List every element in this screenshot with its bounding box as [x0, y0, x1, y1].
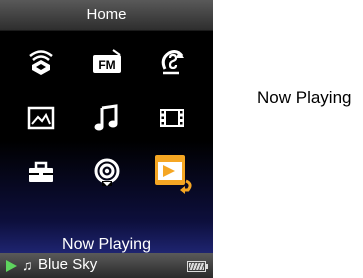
battery-icon: [187, 261, 208, 272]
fm-radio-icon: FM: [93, 49, 121, 73]
menu-item-video[interactable]: [146, 95, 198, 141]
menu-item-sync[interactable]: [146, 39, 198, 85]
menu-item-podcast[interactable]: [81, 149, 133, 195]
wireless-icon: [29, 50, 53, 75]
menu-item-photo[interactable]: [15, 95, 67, 141]
sync-icon: [161, 50, 184, 75]
page-title: Home: [86, 6, 127, 23]
video-icon: [160, 109, 184, 127]
title-bar: Home: [0, 0, 213, 31]
menu-item-settings[interactable]: [15, 149, 67, 195]
menu-item-music[interactable]: [81, 95, 133, 141]
podcast-icon: [94, 158, 120, 186]
player-screen: Home FM Now Playing ♫ Blue Sky: [0, 0, 213, 278]
selected-item-caption: Now Playing: [62, 236, 151, 253]
battery-level: [189, 263, 204, 270]
callout-label: Now Playing: [257, 88, 352, 107]
menu-item-wireless[interactable]: [15, 39, 67, 85]
status-bar: ♫ Blue Sky: [0, 253, 213, 278]
menu-item-fm[interactable]: FM: [81, 39, 133, 85]
fm-label: FM: [98, 58, 115, 72]
music-note-icon: ♫: [22, 257, 33, 273]
photo-icon: [27, 106, 55, 130]
toolbox-icon: [29, 161, 53, 182]
music-icon: [94, 104, 118, 131]
menu-item-now-playing[interactable]: [146, 149, 198, 195]
play-state-icon: [6, 260, 17, 272]
track-title: Blue Sky: [38, 256, 98, 273]
home-menu: FM Now Playing: [0, 31, 213, 253]
now-playing-icon: [155, 155, 192, 194]
